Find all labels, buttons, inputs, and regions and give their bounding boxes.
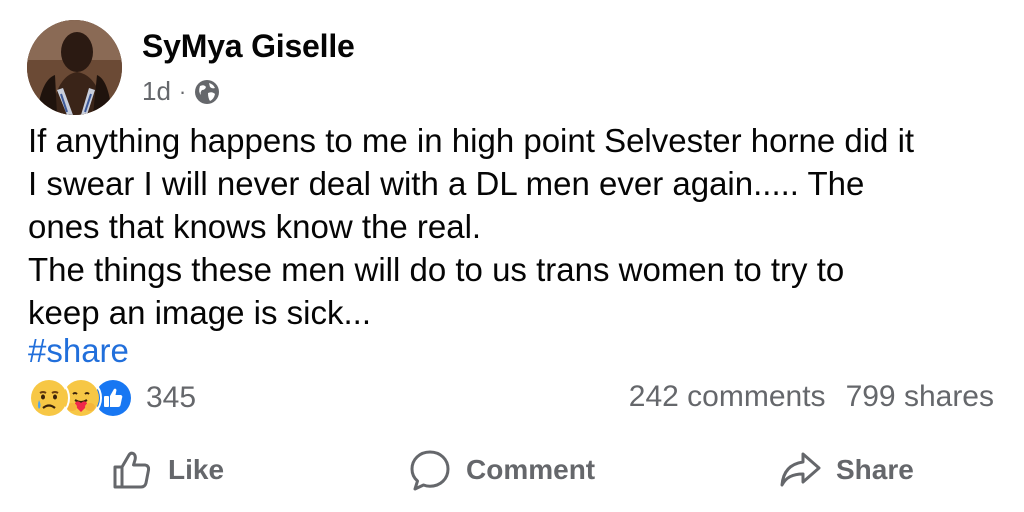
- hashtag-link[interactable]: #share: [28, 329, 129, 372]
- thumbs-up-icon: [110, 448, 154, 492]
- globe-icon[interactable]: [194, 79, 220, 105]
- post-time[interactable]: 1d: [142, 76, 171, 107]
- comment-label: Comment: [466, 454, 596, 485]
- like-label: Like: [168, 454, 225, 485]
- comments-count[interactable]: 242 comments: [629, 380, 826, 414]
- share-label: Share: [836, 454, 914, 485]
- post-card: SyMya Giselle 1d · If anything happens t…: [0, 0, 1024, 512]
- post-text-line: The things these men will do to us trans…: [28, 251, 845, 288]
- reaction-count: 345: [146, 381, 197, 414]
- comment-button[interactable]: Comment: [408, 448, 595, 492]
- action-bar: Like Comment Share: [0, 440, 1024, 500]
- sad-cry-icon: [28, 377, 70, 419]
- post-text-line: If anything happens to me in high point …: [28, 122, 915, 159]
- post-text-line: I swear I will never deal with a DL men …: [28, 165, 865, 202]
- comment-bubble-icon: [408, 448, 452, 492]
- post-meta: 1d ·: [142, 76, 220, 107]
- like-button[interactable]: Like: [110, 448, 224, 492]
- avatar[interactable]: [27, 20, 122, 115]
- share-arrow-icon: [778, 448, 822, 492]
- post-text-line: ones that knows know the real.: [28, 208, 482, 245]
- engagement-stats: 242 comments 799 shares: [629, 380, 994, 414]
- post-text: If anything happens to me in high point …: [28, 119, 1003, 334]
- reactions-summary[interactable]: 345: [28, 377, 197, 419]
- author-name[interactable]: SyMya Giselle: [142, 28, 355, 65]
- shares-count[interactable]: 799 shares: [846, 380, 994, 414]
- post-text-line: keep an image is sick...: [28, 294, 371, 331]
- meta-separator: ·: [178, 78, 187, 104]
- share-button[interactable]: Share: [778, 448, 914, 492]
